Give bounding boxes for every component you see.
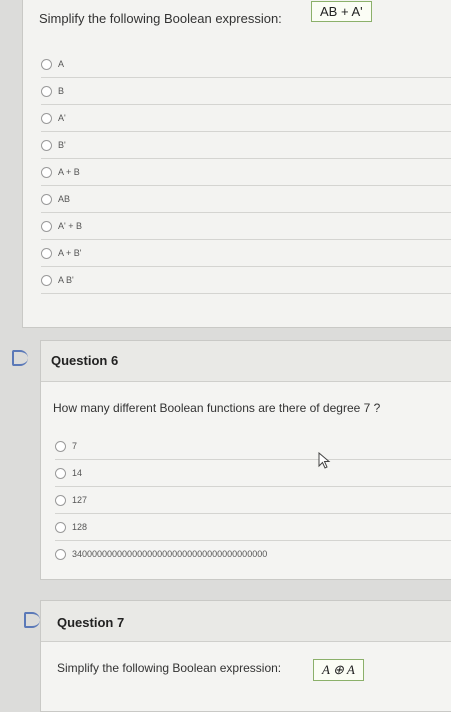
radio-button[interactable] — [41, 112, 52, 124]
option-item[interactable]: B — [41, 78, 451, 105]
radio-button[interactable] — [55, 521, 66, 533]
option-item[interactable]: 128 — [55, 514, 451, 541]
expression-box: AB + A' — [311, 1, 372, 22]
radio-button[interactable] — [41, 247, 52, 259]
radio-button[interactable] — [41, 139, 52, 151]
radio-button[interactable] — [41, 220, 52, 232]
option-item[interactable]: 127 — [55, 487, 451, 514]
radio-button[interactable] — [55, 440, 66, 452]
option-item[interactable]: A B' — [41, 267, 451, 294]
radio-button[interactable] — [41, 193, 52, 205]
question-card-7: Question 7 Simplify the following Boolea… — [40, 600, 451, 712]
radio-button[interactable] — [41, 58, 52, 70]
option-item[interactable]: A' + B — [41, 213, 451, 240]
radio-button[interactable] — [41, 274, 52, 286]
option-item[interactable]: 14 — [55, 460, 451, 487]
question-title: Question 6 — [51, 353, 119, 368]
expression-box: A ⊕ A — [313, 659, 364, 681]
option-item[interactable]: A — [41, 51, 451, 78]
radio-button[interactable] — [41, 85, 52, 97]
pointer-cursor-icon — [318, 452, 331, 469]
question-title: Question 7 — [57, 615, 125, 630]
option-item[interactable]: AB — [41, 186, 451, 213]
option-item[interactable]: 340000000000000000000000000000000000000 — [55, 541, 451, 567]
question-card-6: Question 6 How many different Boolean fu… — [40, 340, 451, 580]
question-prompt: Simplify the following Boolean expressio… — [39, 11, 282, 26]
option-item[interactable]: B' — [41, 132, 451, 159]
radio-button[interactable] — [55, 548, 66, 560]
option-item[interactable]: A' — [41, 105, 451, 132]
flag-icon[interactable] — [24, 612, 40, 628]
radio-button[interactable] — [41, 166, 52, 178]
question-prompt: How many different Boolean functions are… — [53, 401, 381, 415]
radio-button[interactable] — [55, 494, 66, 506]
question-prompt: Simplify the following Boolean expressio… — [57, 661, 282, 675]
option-item[interactable]: A + B — [41, 159, 451, 186]
flag-icon[interactable] — [12, 350, 28, 366]
option-item[interactable]: A + B' — [41, 240, 451, 267]
radio-button[interactable] — [55, 467, 66, 479]
option-item[interactable]: 7 — [55, 433, 451, 460]
question-card-previous: Simplify the following Boolean expressio… — [22, 0, 451, 328]
